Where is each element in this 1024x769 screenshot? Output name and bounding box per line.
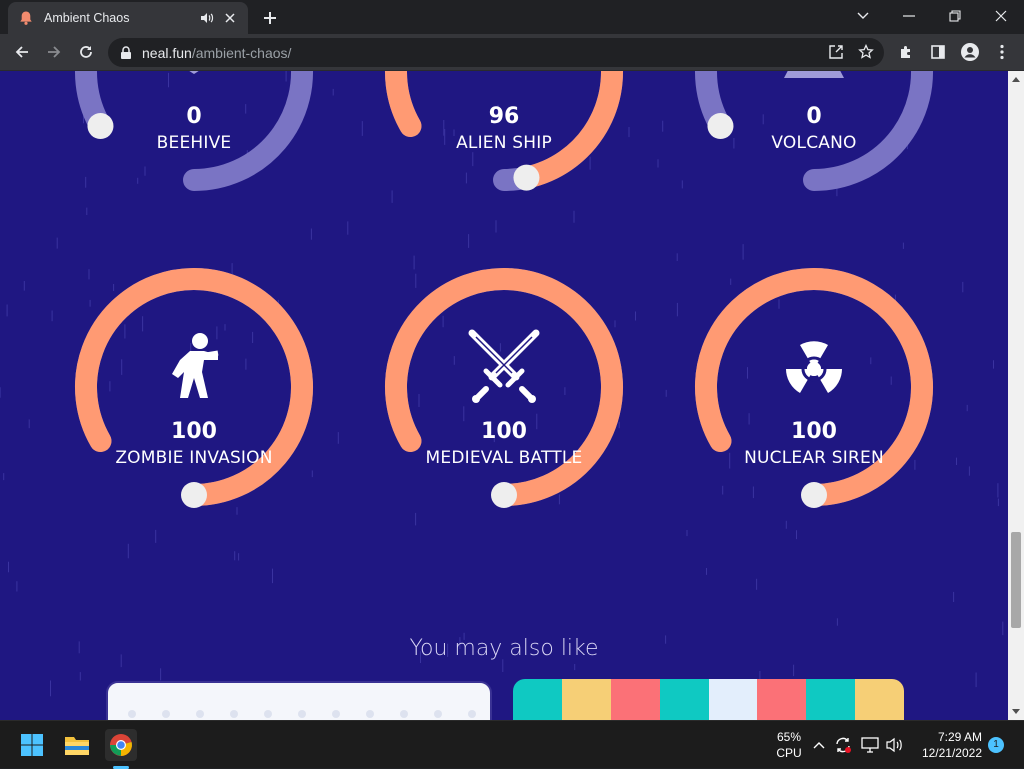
card-color-stripe (708, 679, 758, 720)
beehive-icon (154, 71, 234, 92)
cpu-percent: 65% (776, 730, 802, 744)
sound-value: 96 (488, 104, 520, 129)
file-explorer-icon[interactable] (61, 729, 93, 761)
browser-toolbar: neal.fun/ambient-chaos/ (0, 34, 1024, 71)
sound-label: NUCLEAR SIREN (744, 448, 884, 468)
profile-avatar-icon[interactable] (956, 38, 984, 66)
scrollbar-thumb[interactable] (1011, 532, 1021, 628)
page-scrollbar[interactable] (1008, 71, 1024, 720)
tab-audio-icon[interactable] (200, 11, 214, 25)
lock-icon[interactable] (120, 45, 134, 60)
close-window-button[interactable] (978, 0, 1024, 32)
sync-tray-icon[interactable] (832, 729, 854, 761)
card-dot-pattern (128, 710, 476, 718)
sound-label: VOLCANO (771, 133, 857, 153)
new-tab-button[interactable] (258, 6, 282, 30)
sound-dial-volcano[interactable]: 0 VOLCANO (684, 71, 944, 202)
network-tray-icon[interactable] (858, 729, 882, 761)
extensions-puzzle-icon[interactable] (892, 38, 920, 66)
card-color-stripe (513, 679, 562, 720)
scroll-down-arrow-icon[interactable] (1008, 704, 1024, 720)
zombie-icon (154, 327, 234, 407)
card-color-stripe (610, 679, 660, 720)
address-bar[interactable]: neal.fun/ambient-chaos/ (108, 38, 884, 67)
tray-overflow-chevron-icon[interactable] (808, 729, 830, 761)
tab-title: Ambient Chaos (44, 11, 130, 25)
bookmark-star-icon[interactable] (852, 38, 880, 66)
volcano-icon (774, 71, 854, 92)
sound-label: ZOMBIE INVASION (115, 448, 273, 468)
tab-close-icon[interactable] (222, 10, 238, 26)
back-button[interactable] (8, 38, 36, 66)
cpu-monitor[interactable]: 65% CPU (770, 729, 808, 761)
radiation-icon (774, 327, 854, 407)
clock-date: 12/21/2022 (921, 746, 982, 760)
side-panel-icon[interactable] (924, 38, 952, 66)
browser-tab[interactable]: Ambient Chaos (8, 2, 248, 34)
tab-search-icon[interactable] (840, 0, 886, 32)
sound-value: 100 (171, 419, 217, 444)
sound-label: MEDIEVAL BATTLE (425, 448, 583, 468)
notification-badge[interactable]: 1 (988, 737, 1004, 753)
clock[interactable]: 7:29 AM 12/21/2022 (910, 729, 982, 761)
card-color-stripe (855, 679, 904, 720)
ambient-chaos-page: 0 BEEHIVE 96 ALIEN SHIP 0 VOLCANO 100 ZO… (0, 71, 1008, 720)
chrome-taskbar-icon[interactable] (105, 729, 137, 769)
sound-value: 100 (791, 419, 837, 444)
also-like-heading: You may also like (409, 636, 599, 661)
cpu-label: CPU (776, 746, 802, 760)
card-color-stripe (561, 679, 611, 720)
dial-knob[interactable] (513, 164, 540, 191)
sound-label: ALIEN SHIP (456, 133, 552, 153)
start-windows-icon[interactable] (16, 729, 48, 761)
alien-ship-icon (464, 71, 544, 92)
title-bar: Ambient Chaos (0, 0, 1024, 34)
recommendation-card-1[interactable] (106, 681, 492, 720)
windows-taskbar: 65% CPU 7:29 AM 12/21/2022 1 (0, 720, 1024, 769)
restore-button[interactable] (932, 0, 978, 32)
sound-value: 0 (806, 104, 822, 129)
sound-dial-nuclear-siren[interactable]: 100 NUCLEAR SIREN (684, 257, 944, 517)
sound-dial-medieval-battle[interactable]: 100 MEDIEVAL BATTLE (374, 257, 634, 517)
forward-button[interactable] (40, 38, 68, 66)
dial-knob[interactable] (491, 482, 517, 508)
sound-label: BEEHIVE (156, 133, 232, 153)
sound-value: 0 (186, 104, 202, 129)
sound-dial-zombie-invasion[interactable]: 100 ZOMBIE INVASION (64, 257, 324, 517)
scroll-up-arrow-icon[interactable] (1008, 71, 1024, 87)
card-color-stripe (659, 679, 709, 720)
crossed-swords-icon (464, 327, 544, 407)
sound-dial-alien-ship[interactable]: 96 ALIEN SHIP (374, 71, 634, 202)
card-color-stripe (757, 679, 807, 720)
url-text: neal.fun/ambient-chaos/ (142, 44, 292, 61)
dial-knob[interactable] (801, 482, 827, 508)
sound-value: 100 (481, 419, 527, 444)
recommendation-card-2[interactable] (513, 679, 904, 720)
bell-favicon-icon (18, 10, 34, 26)
dial-knob[interactable] (181, 482, 207, 508)
clock-time: 7:29 AM (937, 730, 982, 744)
reload-button[interactable] (72, 38, 100, 66)
page-viewport: 0 BEEHIVE 96 ALIEN SHIP 0 VOLCANO 100 ZO… (0, 71, 1024, 720)
browser-menu-icon[interactable] (988, 38, 1016, 66)
volume-tray-icon[interactable] (883, 729, 907, 761)
share-icon[interactable] (822, 38, 850, 66)
card-color-stripe (806, 679, 856, 720)
minimize-button[interactable] (886, 0, 932, 32)
sound-dial-beehive[interactable]: 0 BEEHIVE (64, 71, 324, 202)
